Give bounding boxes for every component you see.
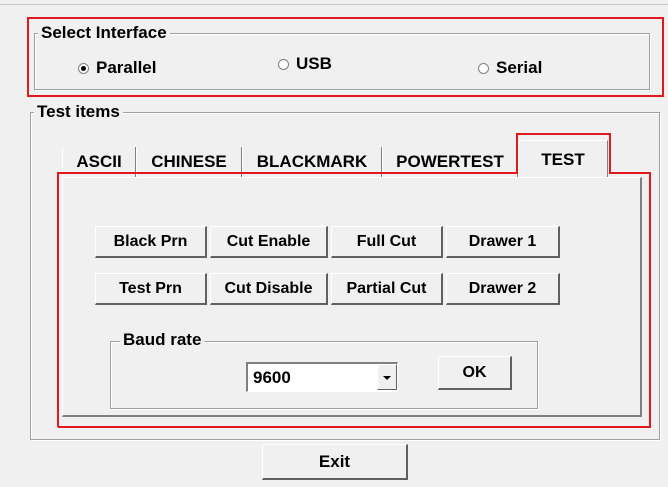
tab-chinese[interactable]: CHINESE — [136, 147, 242, 177]
radio-unselected-icon — [478, 62, 489, 74]
tab-ascii-label: ASCII — [76, 152, 122, 171]
window-top-edge — [0, 4, 668, 5]
tab-powertest-label: POWERTEST — [396, 152, 504, 171]
test-items-title: Test items — [34, 102, 123, 122]
tab-blackmark-label: BLACKMARK — [256, 152, 368, 171]
tab-ascii[interactable]: ASCII — [62, 147, 136, 177]
radio-parallel[interactable]: Parallel — [78, 58, 157, 78]
test-prn-button[interactable]: Test Prn — [95, 273, 207, 305]
tab-test[interactable]: TEST — [518, 140, 608, 178]
tab-powertest[interactable]: POWERTEST — [382, 147, 518, 177]
radio-serial[interactable]: Serial — [478, 58, 542, 78]
partial-cut-button[interactable]: Partial Cut — [331, 273, 443, 305]
exit-button[interactable]: Exit — [262, 444, 408, 480]
tab-test-label: TEST — [541, 150, 585, 169]
cut-disable-button[interactable]: Cut Disable — [210, 273, 328, 305]
chevron-down-icon[interactable] — [377, 364, 397, 390]
cut-enable-button[interactable]: Cut Enable — [210, 226, 328, 258]
full-cut-button[interactable]: Full Cut — [331, 226, 443, 258]
tab-chinese-label: CHINESE — [151, 152, 227, 171]
black-prn-button[interactable]: Black Prn — [95, 226, 207, 258]
ok-button[interactable]: OK — [438, 356, 512, 390]
radio-unselected-icon — [278, 58, 289, 70]
baud-rate-value: 9600 — [253, 368, 291, 387]
radio-usb[interactable]: USB — [278, 54, 332, 74]
radio-parallel-label: Parallel — [96, 58, 157, 77]
baud-rate-select[interactable]: 9600 — [246, 362, 398, 392]
radio-usb-label: USB — [296, 54, 332, 73]
tab-blackmark[interactable]: BLACKMARK — [242, 147, 382, 177]
drawer-2-button[interactable]: Drawer 2 — [446, 273, 560, 305]
baud-rate-title: Baud rate — [120, 330, 205, 350]
select-interface-title: Select Interface — [38, 23, 170, 43]
radio-serial-label: Serial — [496, 58, 543, 77]
drawer-1-button[interactable]: Drawer 1 — [446, 226, 560, 258]
radio-selected-icon — [78, 62, 89, 74]
